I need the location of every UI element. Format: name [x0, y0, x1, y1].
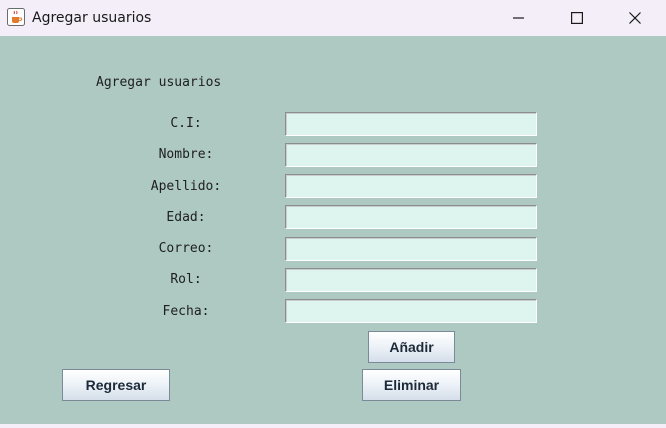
- apellido-input[interactable]: [285, 174, 537, 198]
- delete-button[interactable]: Eliminar: [362, 369, 461, 401]
- edad-input[interactable]: [285, 205, 537, 229]
- close-button[interactable]: [612, 0, 658, 36]
- minimize-icon: [513, 9, 525, 28]
- edad-label: Edad:: [166, 210, 206, 225]
- correo-label: Correo:: [158, 241, 214, 256]
- maximize-button[interactable]: [554, 0, 600, 36]
- title-bar[interactable]: Agregar usuarios: [0, 0, 666, 36]
- minimize-button[interactable]: [496, 0, 542, 36]
- back-button[interactable]: Regresar: [62, 369, 170, 401]
- app-window: Agregar usuarios Agregar usuarios C.I: N…: [0, 0, 666, 428]
- fecha-label: Fecha:: [162, 304, 210, 319]
- add-button[interactable]: Añadir: [368, 331, 455, 363]
- fecha-input[interactable]: [285, 299, 537, 323]
- ci-label: C.I:: [170, 116, 202, 131]
- java-cup-icon: [7, 8, 25, 26]
- nombre-label: Nombre:: [158, 147, 214, 162]
- correo-input[interactable]: [285, 237, 537, 261]
- window-bottom-edge: [0, 424, 666, 428]
- form-heading: Agregar usuarios: [96, 75, 222, 90]
- nombre-input[interactable]: [285, 143, 537, 167]
- ci-input[interactable]: [285, 112, 537, 136]
- close-icon: [629, 9, 641, 28]
- maximize-icon: [571, 9, 584, 28]
- form-panel: [0, 36, 666, 424]
- rol-input[interactable]: [285, 268, 537, 292]
- window-title: Agregar usuarios: [32, 10, 152, 26]
- apellido-label: Apellido:: [150, 179, 222, 194]
- rol-label: Rol:: [170, 272, 202, 287]
